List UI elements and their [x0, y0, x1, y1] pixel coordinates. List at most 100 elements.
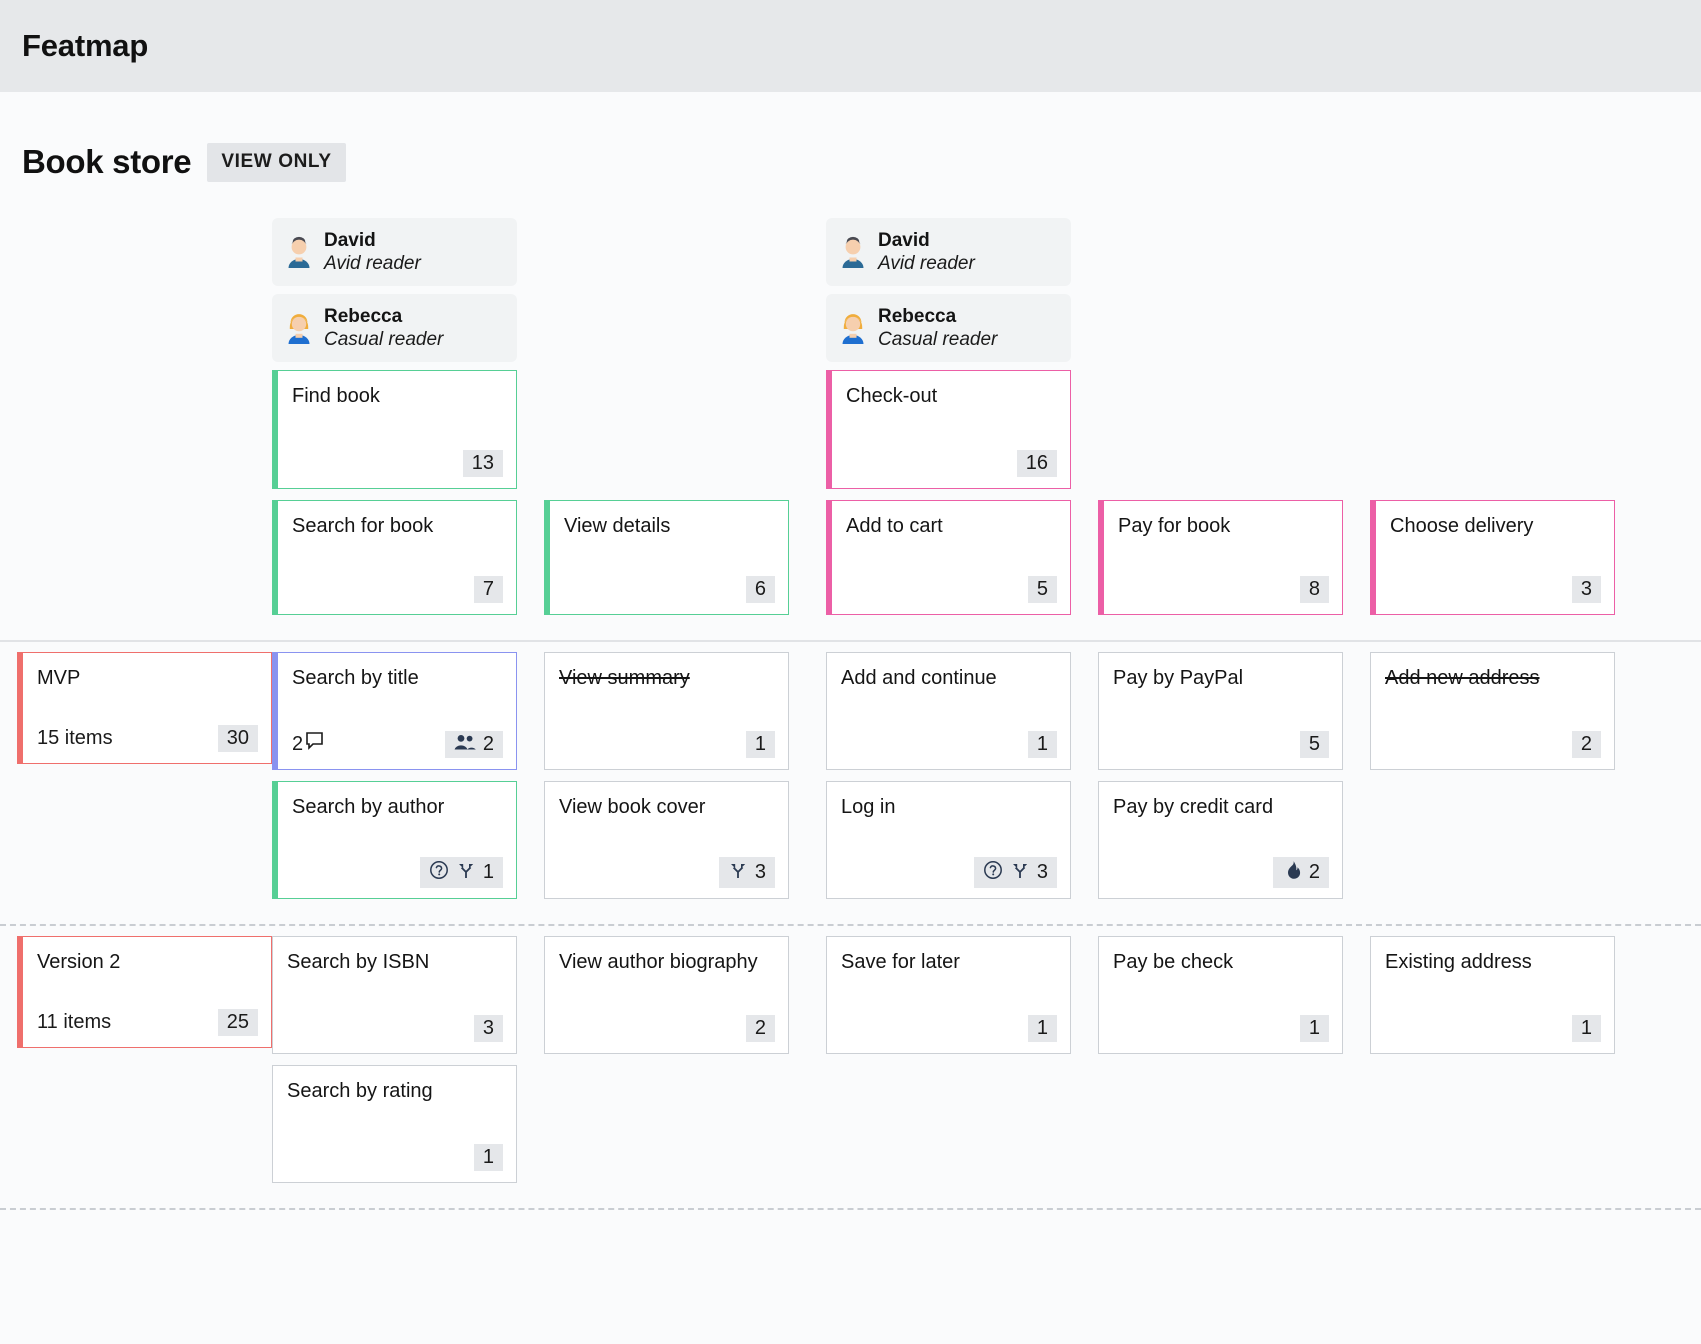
feature-card-add-and-continue[interactable]: Add and continue 1 [826, 652, 1071, 770]
card-footer: 8 [1118, 574, 1329, 604]
release-column-version-2: Version 2 11 items 25 [0, 936, 272, 1194]
person-dark-hair-avatar [836, 235, 870, 269]
feature-card-search-by-title[interactable]: Search by title 2 [272, 652, 517, 770]
feature-card-search-by-isbn[interactable]: Search by ISBN 3 [272, 936, 517, 1054]
step-card-choose-delivery[interactable]: Choose delivery 3 [1370, 500, 1615, 615]
card-footer: 1 [559, 729, 775, 759]
feature-card-search-by-rating[interactable]: Search by rating 1 [272, 1065, 517, 1183]
persona-chip[interactable]: David Avid reader [826, 218, 1071, 286]
feature-card-pay-be-check[interactable]: Pay be check 1 [1098, 936, 1343, 1054]
card-title: Save for later [841, 950, 1057, 975]
release-item-count: 11 items [37, 1011, 111, 1034]
count-badge: 1 [1028, 731, 1057, 758]
count-badge: 3 [474, 1015, 503, 1042]
persona-chip[interactable]: Rebecca Casual reader [272, 294, 517, 362]
card-footer: 16 [846, 448, 1057, 478]
count-badge: 1 [746, 731, 775, 758]
card-title: Existing address [1385, 950, 1601, 975]
feature-card-existing-address[interactable]: Existing address 1 [1370, 936, 1615, 1054]
card-title: View author biography [559, 950, 775, 975]
count-badge: 5 [1300, 731, 1329, 758]
card-footer: 1 [287, 1142, 503, 1172]
feature-column-search-for-book-v2: Search by ISBN 3 Search by rating 1 [272, 936, 517, 1194]
card-footer: 1 [841, 1013, 1057, 1043]
comment-count-value: 2 [292, 733, 303, 756]
card-title: Pay by credit card [1113, 795, 1329, 820]
card-footer: 6 [564, 574, 775, 604]
call-split-icon [456, 860, 476, 884]
help-circle-icon [429, 860, 449, 884]
card-title: Version 2 [37, 950, 258, 975]
step-group-view-details: View details 6 [544, 218, 789, 626]
call-split-icon [1010, 860, 1030, 884]
card-title: Add new address [1385, 666, 1601, 691]
feature-card-add-new-address[interactable]: Add new address 2 [1370, 652, 1615, 770]
help-circle-icon [983, 860, 1003, 884]
persona-chip[interactable]: David Avid reader [272, 218, 517, 286]
count-badge: 1 [1572, 1015, 1601, 1042]
count-badge: 2 [1572, 731, 1601, 758]
card-title: Add to cart [846, 514, 1057, 539]
card-title: MVP [37, 666, 258, 691]
step-group-choose-delivery: Choose delivery 3 [1370, 218, 1615, 626]
card-title: Search for book [292, 514, 503, 539]
feature-card-search-by-author[interactable]: Search by author [272, 781, 517, 899]
people-icon [454, 734, 476, 754]
app-header: Featmap [0, 0, 1701, 92]
feature-card-view-author-biography[interactable]: View author biography 2 [544, 936, 789, 1054]
feature-card-pay-by-paypal[interactable]: Pay by PayPal 5 [1098, 652, 1343, 770]
card-footer: 2 [1385, 729, 1601, 759]
card-footer: 3 [559, 857, 775, 888]
release-card-version-2[interactable]: Version 2 11 items 25 [17, 936, 272, 1048]
fire-icon [1282, 860, 1302, 884]
step-card-add-to-cart[interactable]: Add to cart 5 [826, 500, 1071, 615]
persona-chip[interactable]: Rebecca Casual reader [826, 294, 1071, 362]
persona-name: Rebecca [878, 305, 997, 328]
card-footer: 7 [292, 574, 503, 604]
count-badge: 1 [474, 1144, 503, 1171]
count-badge: 1 [1300, 1015, 1329, 1042]
feature-column-add-to-cart: Add and continue 1 Log in [826, 652, 1071, 910]
count-badge: 1 [1028, 1015, 1057, 1042]
activity-card-find-book[interactable]: Find book 13 [272, 370, 517, 489]
persona-name: Rebecca [324, 305, 443, 328]
card-footer: 2 [559, 1013, 775, 1043]
card-title: Find book [292, 384, 503, 409]
feature-card-pay-by-credit-card[interactable]: Pay by credit card 2 [1098, 781, 1343, 899]
count-value: 2 [1309, 862, 1320, 882]
feature-column-view-details: View summary 1 View book cover [544, 652, 789, 910]
feature-card-view-book-cover[interactable]: View book cover 3 [544, 781, 789, 899]
activity-card-check-out[interactable]: Check-out 16 [826, 370, 1071, 489]
card-title: Check-out [846, 384, 1057, 409]
persona-role: Avid reader [324, 252, 421, 275]
count-badge: 8 [1300, 576, 1329, 603]
release-card-mvp[interactable]: MVP 15 items 30 [17, 652, 272, 764]
feature-card-log-in[interactable]: Log in [826, 781, 1071, 899]
step-card-search-for-book[interactable]: Search for book 7 [272, 500, 517, 615]
count-value: 3 [1037, 862, 1048, 882]
comment-bubble-icon [305, 731, 325, 757]
feature-column-pay-for-book: Pay by PayPal 5 Pay by credit card 2 [1098, 652, 1343, 910]
activity-group-find-book: David Avid reader Rebecca Casual [272, 218, 517, 626]
release-item-count: 15 items [37, 727, 113, 750]
count-badge: 30 [218, 725, 258, 752]
card-title: View details [564, 514, 775, 539]
card-title: View book cover [559, 795, 775, 820]
card-title: View summary [559, 666, 775, 691]
card-footer: 2 [292, 729, 503, 759]
persona-name: David [324, 229, 421, 252]
step-card-view-details[interactable]: View details 6 [544, 500, 789, 615]
board-title-row: Book store VIEW ONLY [0, 92, 1701, 202]
card-footer: 5 [846, 574, 1057, 604]
feature-card-view-summary[interactable]: View summary 1 [544, 652, 789, 770]
count-value: 3 [755, 862, 766, 882]
step-card-pay-for-book[interactable]: Pay for book 8 [1098, 500, 1343, 615]
card-footer: 3 [1390, 574, 1601, 604]
count-badge: 2 [746, 1015, 775, 1042]
count-badge: 6 [746, 576, 775, 603]
card-title: Pay by PayPal [1113, 666, 1329, 691]
card-footer: 1 [841, 729, 1057, 759]
card-title: Search by rating [287, 1079, 503, 1104]
count-badge: 2 [1273, 857, 1329, 888]
feature-card-save-for-later[interactable]: Save for later 1 [826, 936, 1071, 1054]
